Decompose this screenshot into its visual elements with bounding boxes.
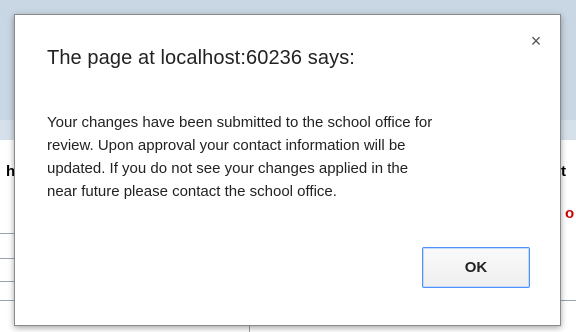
ok-button[interactable]: OK [422,247,530,288]
close-icon[interactable]: × [526,31,546,51]
background-text-fragment: t [561,163,566,180]
alert-dialog: The page at localhost:60236 says: × Your… [14,14,561,326]
background-text-fragment-red: o [565,205,575,222]
dialog-title: The page at localhost:60236 says: [47,47,355,69]
dialog-message: Your changes have been submitted to the … [47,114,433,200]
